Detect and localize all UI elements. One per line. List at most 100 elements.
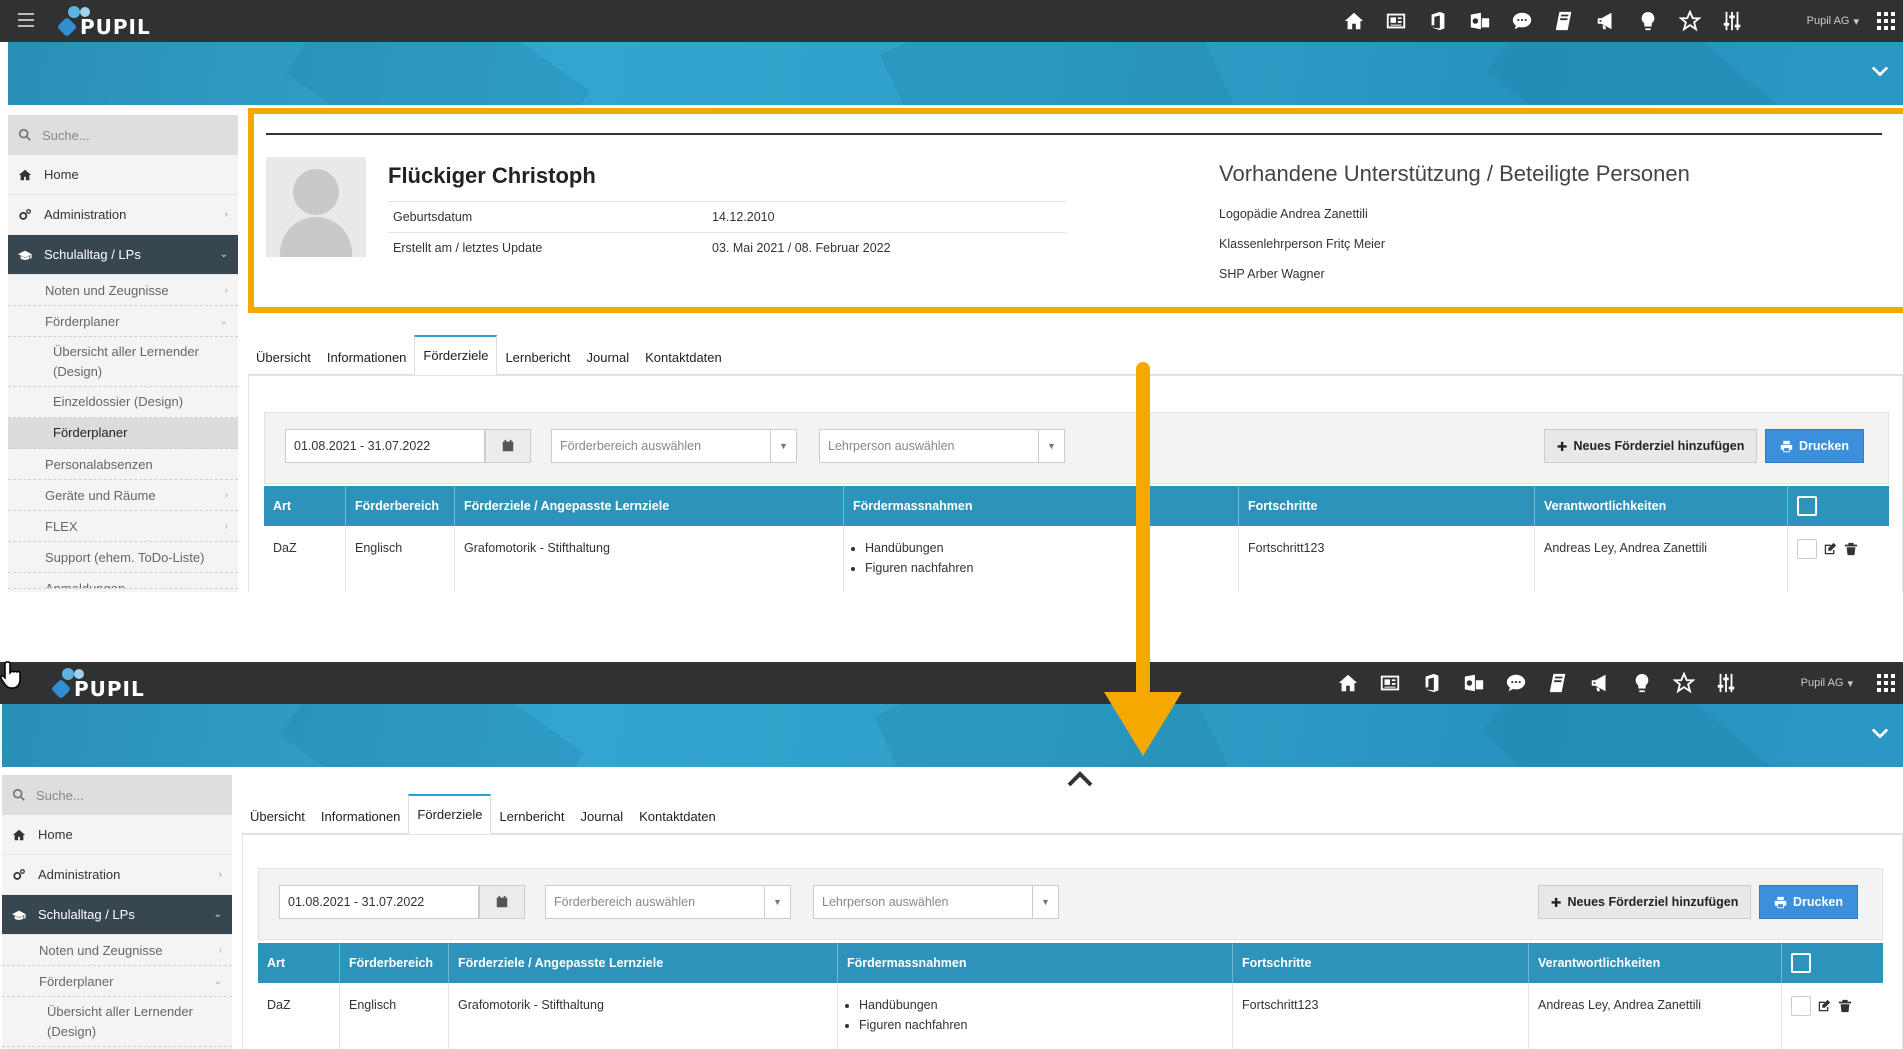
top-navbar: PUPIL Pupil AG ▾ xyxy=(0,662,1903,704)
sidebar-item-einzeldossier[interactable]: Einzeldossier (Design) xyxy=(8,387,238,418)
gears-icon xyxy=(12,868,26,882)
trash-icon[interactable] xyxy=(1838,999,1852,1013)
sidebar-search[interactable]: Suche... xyxy=(2,775,232,815)
sliders-icon[interactable] xyxy=(1705,662,1747,704)
megaphone-icon[interactable] xyxy=(1579,662,1621,704)
row-checkbox[interactable] xyxy=(1791,995,1811,1016)
home-icon[interactable] xyxy=(1333,0,1375,42)
sidebar-item-home[interactable]: Home xyxy=(2,815,232,855)
col-foerdermassnahmen[interactable]: Fördermassnahmen xyxy=(838,943,1233,983)
filter-bar: 01.08.2021 - 31.07.2022 Förderbereich au… xyxy=(258,868,1883,940)
sidebar-item-administration[interactable]: Administration › xyxy=(8,195,238,235)
col-foerderbereich[interactable]: Förderbereich xyxy=(340,943,449,983)
tab-informationen[interactable]: Informationen xyxy=(319,339,415,375)
megaphone-icon[interactable] xyxy=(1585,0,1627,42)
foerderbereich-select[interactable]: Förderbereich auswählen ▼ xyxy=(551,429,797,463)
date-range-input[interactable]: 01.08.2021 - 31.07.2022 xyxy=(279,885,479,919)
edit-icon[interactable] xyxy=(1817,999,1831,1013)
tab-journal[interactable]: Journal xyxy=(573,798,632,834)
notebook-icon[interactable] xyxy=(1543,0,1585,42)
sidebar-item-schulalltag[interactable]: Schulalltag / LPs ⌄ xyxy=(2,895,232,935)
edit-icon[interactable] xyxy=(1823,542,1837,556)
chevron-right-icon: › xyxy=(218,869,222,880)
lightbulb-icon[interactable] xyxy=(1627,0,1669,42)
tab-uebersicht[interactable]: Übersicht xyxy=(242,798,313,834)
chat-icon[interactable] xyxy=(1495,662,1537,704)
col-foerderziele[interactable]: Förderziele / Angepasste Lernziele xyxy=(455,486,844,526)
select-all-checkbox[interactable] xyxy=(1797,496,1817,516)
add-foerderziel-button[interactable]: ✚ Neues Förderziel hinzufügen xyxy=(1538,885,1752,919)
sidebar-item-geraete[interactable]: Geräte und Räume › xyxy=(8,480,238,511)
lehrperson-select[interactable]: Lehrperson auswählen ▼ xyxy=(813,885,1059,919)
tab-kontaktdaten[interactable]: Kontaktdaten xyxy=(631,798,724,834)
tab-journal[interactable]: Journal xyxy=(579,339,638,375)
row-checkbox[interactable] xyxy=(1797,538,1817,559)
tab-foerderziele[interactable]: Förderziele xyxy=(414,335,498,375)
sidebar-item-noten[interactable]: Noten und Zeugnisse › xyxy=(2,935,232,966)
sidebar-item-uebersicht-lernende[interactable]: Übersicht aller Lernender (Design) xyxy=(8,337,238,387)
sidebar-item-schulalltag[interactable]: Schulalltag / LPs ⌄ xyxy=(8,235,238,275)
chat-icon[interactable] xyxy=(1501,0,1543,42)
user-menu[interactable]: Pupil AG ▾ xyxy=(1801,662,1853,704)
tab-foerderziele[interactable]: Förderziele xyxy=(408,794,492,834)
pupil-logo[interactable]: PUPIL xyxy=(56,4,156,39)
foerderbereich-select[interactable]: Förderbereich auswählen ▼ xyxy=(545,885,791,919)
sidebar-item-flex[interactable]: FLEX › xyxy=(8,511,238,542)
tab-kontaktdaten[interactable]: Kontaktdaten xyxy=(637,339,730,375)
sliders-icon[interactable] xyxy=(1711,0,1753,42)
sidebar-item-foerderplaner[interactable]: Förderplaner ⌄ xyxy=(8,306,238,337)
trash-icon[interactable] xyxy=(1844,542,1858,556)
print-button[interactable]: Drucken xyxy=(1759,885,1859,919)
chevron-up-icon[interactable] xyxy=(1066,770,1094,788)
sidebar-item-foerderplaner[interactable]: Förderplaner ⌄ xyxy=(2,966,232,997)
office-icon[interactable] xyxy=(1417,0,1459,42)
apps-grid-icon[interactable] xyxy=(1877,12,1895,30)
select-all-checkbox[interactable] xyxy=(1791,953,1811,973)
contact-card-icon[interactable] xyxy=(1369,662,1411,704)
col-verantwortlichkeiten[interactable]: Verantwortlichkeiten xyxy=(1535,486,1788,526)
col-foerderziele[interactable]: Förderziele / Angepasste Lernziele xyxy=(449,943,838,983)
calendar-button[interactable] xyxy=(479,885,525,919)
col-fortschritte[interactable]: Fortschritte xyxy=(1239,486,1535,526)
col-foerderbereich[interactable]: Förderbereich xyxy=(346,486,455,526)
tab-lernbericht[interactable]: Lernbericht xyxy=(491,798,572,834)
chevron-down-icon[interactable] xyxy=(1871,724,1889,742)
sidebar-item-foerderplaner-current[interactable]: Förderplaner xyxy=(8,418,238,449)
sidebar-item-personalabsenzen[interactable]: Personalabsenzen xyxy=(8,449,238,480)
user-menu[interactable]: Pupil AG ▾ xyxy=(1807,0,1859,42)
sidebar-item-anmeldungen[interactable]: Anmeldungen xyxy=(8,573,238,589)
col-verantwortlichkeiten[interactable]: Verantwortlichkeiten xyxy=(1529,943,1782,983)
col-fortschritte[interactable]: Fortschritte xyxy=(1233,943,1529,983)
col-art[interactable]: Art xyxy=(264,486,346,526)
lehrperson-select[interactable]: Lehrperson auswählen ▼ xyxy=(819,429,1065,463)
sidebar-item-home[interactable]: Home xyxy=(8,155,238,195)
sidebar-item-uebersicht-lernende[interactable]: Übersicht aller Lernender (Design) xyxy=(2,997,232,1047)
outlook-icon[interactable] xyxy=(1459,0,1501,42)
col-art[interactable]: Art xyxy=(258,943,340,983)
sidebar-item-administration[interactable]: Administration › xyxy=(2,855,232,895)
sidebar-item-noten[interactable]: Noten und Zeugnisse › xyxy=(8,275,238,306)
notebook-icon[interactable] xyxy=(1537,662,1579,704)
chevron-down-icon[interactable] xyxy=(1871,62,1889,80)
outlook-icon[interactable] xyxy=(1453,662,1495,704)
contact-card-icon[interactable] xyxy=(1375,0,1417,42)
tab-informationen[interactable]: Informationen xyxy=(313,798,409,834)
col-foerdermassnahmen[interactable]: Fördermassnahmen xyxy=(844,486,1239,526)
print-button[interactable]: Drucken xyxy=(1765,429,1865,463)
sidebar-item-support[interactable]: Support (ehem. ToDo-Liste) xyxy=(8,542,238,573)
hamburger-icon[interactable] xyxy=(18,13,34,27)
tab-uebersicht[interactable]: Übersicht xyxy=(248,339,319,375)
star-icon[interactable] xyxy=(1663,662,1705,704)
office-icon[interactable] xyxy=(1411,662,1453,704)
apps-grid-icon[interactable] xyxy=(1877,674,1895,692)
home-icon[interactable] xyxy=(1327,662,1369,704)
date-range-input[interactable]: 01.08.2021 - 31.07.2022 xyxy=(285,429,485,463)
calendar-button[interactable] xyxy=(485,429,531,463)
lightbulb-icon[interactable] xyxy=(1621,662,1663,704)
star-icon[interactable] xyxy=(1669,0,1711,42)
graduation-cap-icon xyxy=(12,908,26,922)
add-foerderziel-button[interactable]: ✚ Neues Förderziel hinzufügen xyxy=(1544,429,1758,463)
sidebar-search[interactable]: Suche... xyxy=(8,115,238,155)
tab-lernbericht[interactable]: Lernbericht xyxy=(497,339,578,375)
pupil-logo[interactable]: PUPIL xyxy=(50,666,150,701)
